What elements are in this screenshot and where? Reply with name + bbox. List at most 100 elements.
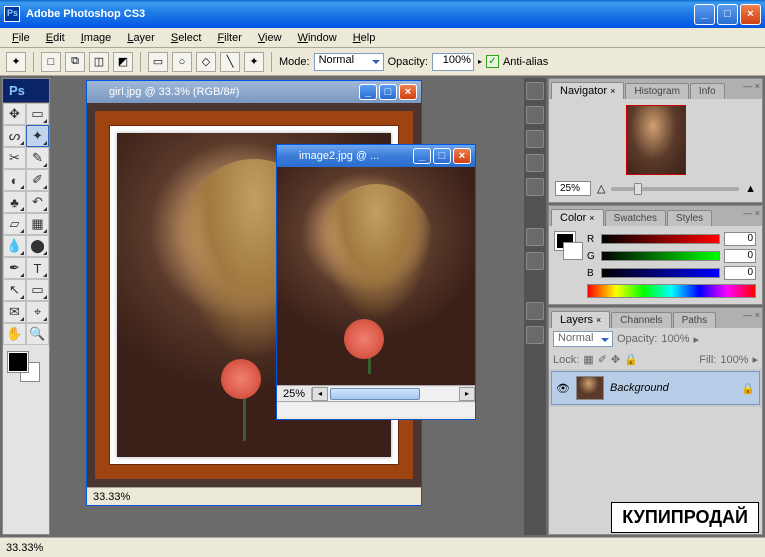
panel-menu-icon[interactable]: — × xyxy=(743,81,760,91)
g-slider[interactable] xyxy=(601,251,720,261)
blur-tool[interactable]: 💧 xyxy=(3,235,26,257)
panel-menu-icon[interactable]: — × xyxy=(743,310,760,320)
opacity-input[interactable]: 100% xyxy=(432,53,474,71)
scroll-right-button[interactable]: ▸ xyxy=(459,387,475,401)
foreground-color-swatch[interactable] xyxy=(8,352,28,372)
document-titlebar[interactable]: girl.jpg @ 33.3% (RGB/8#) _ □ × xyxy=(87,81,421,103)
lock-all-icon[interactable]: 🔒 xyxy=(624,353,638,366)
marquee-tool[interactable]: ▭ xyxy=(26,103,49,125)
selection-subtract-icon[interactable]: ◫ xyxy=(89,52,109,72)
history-brush-tool[interactable]: ↶ xyxy=(26,191,49,213)
dock-icon[interactable] xyxy=(526,178,544,196)
zoom-slider[interactable] xyxy=(611,187,739,191)
layer-opacity-value[interactable]: 100% xyxy=(661,333,689,345)
menu-window[interactable]: Window xyxy=(292,30,343,46)
path-select-tool[interactable]: ↖ xyxy=(3,279,26,301)
doc-maximize-button[interactable]: □ xyxy=(433,148,451,164)
spectrum-picker[interactable] xyxy=(587,284,756,298)
doc-close-button[interactable]: × xyxy=(453,148,471,164)
menu-image[interactable]: Image xyxy=(75,30,118,46)
pen-tool[interactable]: ✒ xyxy=(3,257,26,279)
dock-icon[interactable] xyxy=(526,326,544,344)
document-zoom[interactable]: 25% xyxy=(277,388,312,400)
close-icon[interactable]: × xyxy=(596,315,601,325)
lock-pixels-icon[interactable]: ✐ xyxy=(598,353,607,366)
zoom-in-icon[interactable]: ▲ xyxy=(745,183,756,195)
dock-icon[interactable] xyxy=(526,154,544,172)
shape-tool[interactable]: ▭ xyxy=(26,279,49,301)
visibility-icon[interactable]: 👁 xyxy=(556,381,570,395)
r-slider[interactable] xyxy=(601,234,720,244)
shape-rect-icon[interactable]: ▭ xyxy=(148,52,168,72)
mode-select[interactable]: Normal xyxy=(314,53,384,71)
g-value-input[interactable]: 0 xyxy=(724,249,756,263)
shape-custom-icon[interactable]: ✦ xyxy=(244,52,264,72)
shape-ellipse-icon[interactable]: ○ xyxy=(172,52,192,72)
tab-color[interactable]: Color× xyxy=(551,209,604,226)
menu-help[interactable]: Help xyxy=(347,30,382,46)
statusbar-zoom[interactable]: 33.33% xyxy=(6,542,43,554)
selection-new-icon[interactable]: □ xyxy=(41,52,61,72)
notes-tool[interactable]: ✉ xyxy=(3,301,26,323)
menu-file[interactable]: File xyxy=(6,30,36,46)
dock-icon[interactable] xyxy=(526,106,544,124)
r-value-input[interactable]: 0 xyxy=(724,232,756,246)
brush-tool[interactable]: ✐ xyxy=(26,169,49,191)
navigator-thumbnail[interactable] xyxy=(626,105,686,175)
shape-line-icon[interactable]: ╲ xyxy=(220,52,240,72)
menu-layer[interactable]: Layer xyxy=(121,30,161,46)
type-tool[interactable]: T xyxy=(26,257,49,279)
layer-name[interactable]: Background xyxy=(610,382,669,394)
shape-poly-icon[interactable]: ◇ xyxy=(196,52,216,72)
document-zoom[interactable]: 33.33% xyxy=(93,491,130,503)
selection-intersect-icon[interactable]: ◩ xyxy=(113,52,133,72)
panel-menu-icon[interactable]: — × xyxy=(743,208,760,218)
lock-transparency-icon[interactable]: ▦ xyxy=(583,353,593,366)
document-titlebar[interactable]: image2.jpg @ ... _ □ × xyxy=(277,145,475,167)
doc-minimize-button[interactable]: _ xyxy=(359,84,377,100)
doc-maximize-button[interactable]: □ xyxy=(379,84,397,100)
scroll-thumb[interactable] xyxy=(330,388,420,400)
minimize-button[interactable]: _ xyxy=(694,4,715,25)
tab-info[interactable]: Info xyxy=(690,83,725,99)
menu-select[interactable]: Select xyxy=(165,30,208,46)
dock-icon[interactable] xyxy=(526,302,544,320)
menu-view[interactable]: View xyxy=(252,30,288,46)
zoom-tool[interactable]: 🔍 xyxy=(26,323,49,345)
doc-minimize-button[interactable]: _ xyxy=(413,148,431,164)
layer-item[interactable]: 👁 Background 🔒 xyxy=(551,371,760,405)
doc-close-button[interactable]: × xyxy=(399,84,417,100)
arrow-icon[interactable]: ▸ xyxy=(694,333,700,346)
layer-thumbnail[interactable] xyxy=(576,376,604,400)
magic-wand-tool[interactable]: ✦ xyxy=(26,125,49,147)
opacity-arrow-icon[interactable]: ▸ xyxy=(478,57,482,66)
active-tool-icon[interactable]: ✦ xyxy=(6,52,26,72)
close-icon[interactable]: × xyxy=(610,86,615,96)
healing-tool[interactable]: ◐ xyxy=(3,169,26,191)
tab-styles[interactable]: Styles xyxy=(667,210,712,226)
tab-swatches[interactable]: Swatches xyxy=(605,210,666,226)
dock-icon[interactable] xyxy=(526,130,544,148)
menu-edit[interactable]: Edit xyxy=(40,30,71,46)
selection-add-icon[interactable]: ⧉ xyxy=(65,52,85,72)
close-button[interactable]: × xyxy=(740,4,761,25)
b-value-input[interactable]: 0 xyxy=(724,266,756,280)
eraser-tool[interactable]: ▱ xyxy=(3,213,26,235)
dock-icon[interactable] xyxy=(526,82,544,100)
lasso-tool[interactable]: ᔕ xyxy=(3,125,26,147)
dodge-tool[interactable]: ⬤ xyxy=(26,235,49,257)
dock-icon[interactable] xyxy=(526,252,544,270)
dock-icon[interactable] xyxy=(526,228,544,246)
b-slider[interactable] xyxy=(601,268,720,278)
tab-channels[interactable]: Channels xyxy=(611,312,671,328)
tab-paths[interactable]: Paths xyxy=(673,312,717,328)
maximize-button[interactable]: □ xyxy=(717,4,738,25)
close-icon[interactable]: × xyxy=(589,213,594,223)
resize-grip[interactable] xyxy=(277,403,475,417)
scroll-track[interactable] xyxy=(328,387,459,401)
hand-tool[interactable]: ✋ xyxy=(3,323,26,345)
blend-mode-select[interactable]: Normal xyxy=(553,331,613,347)
tab-histogram[interactable]: Histogram xyxy=(625,83,689,99)
antialias-checkbox[interactable]: ✓ xyxy=(486,55,499,68)
stamp-tool[interactable]: ♣ xyxy=(3,191,26,213)
